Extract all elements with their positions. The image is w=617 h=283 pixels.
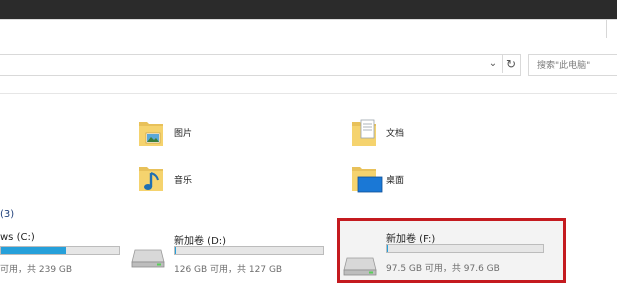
folder-label-desktop: 桌面 [386, 173, 404, 186]
ribbon-divider [0, 93, 617, 94]
drive-usage-bar-c [0, 246, 120, 255]
pictures-folder-icon [137, 116, 165, 148]
drive-usage-fill-d [175, 247, 176, 254]
search-input[interactable]: 搜索"此电脑" [528, 54, 617, 76]
drive-item-d[interactable]: 新加卷 (D:) 126 GB 可用，共 127 GB [131, 226, 331, 280]
refresh-icon[interactable]: ↻ [502, 55, 519, 73]
address-bar[interactable] [0, 54, 521, 76]
documents-folder-icon [350, 116, 378, 148]
folder-item-documents[interactable] [350, 116, 378, 148]
folder-label-pictures: 图片 [174, 126, 192, 139]
drive-icon [131, 246, 165, 268]
folder-item-pictures[interactable] [137, 116, 165, 148]
folder-label-music: 音乐 [174, 173, 192, 186]
desktop-folder-icon [350, 163, 384, 195]
music-folder-icon [137, 163, 165, 195]
folder-label-documents: 文档 [386, 126, 404, 139]
folder-item-desktop[interactable] [350, 163, 384, 195]
selection-highlight [337, 218, 566, 283]
window-control-button[interactable] [606, 20, 617, 38]
drive-usage-bar-d [174, 246, 324, 255]
devices-section-header[interactable]: (3) [0, 209, 14, 220]
drive-label-d: 新加卷 (D:) [174, 232, 226, 247]
drive-item-c[interactable]: ws (C:) 可用，共 239 GB [0, 226, 130, 280]
folder-item-music[interactable] [137, 163, 165, 195]
chevron-down-icon[interactable]: ⌄ [486, 56, 500, 72]
drive-capacity-d: 126 GB 可用，共 127 GB [174, 262, 282, 275]
title-divider [0, 19, 617, 20]
drive-usage-fill-c [1, 247, 66, 254]
search-placeholder: 搜索"此电脑" [537, 58, 590, 71]
drive-capacity-c: 可用，共 239 GB [0, 262, 72, 275]
drive-label-c: ws (C:) [0, 232, 35, 243]
title-bar [0, 0, 617, 19]
